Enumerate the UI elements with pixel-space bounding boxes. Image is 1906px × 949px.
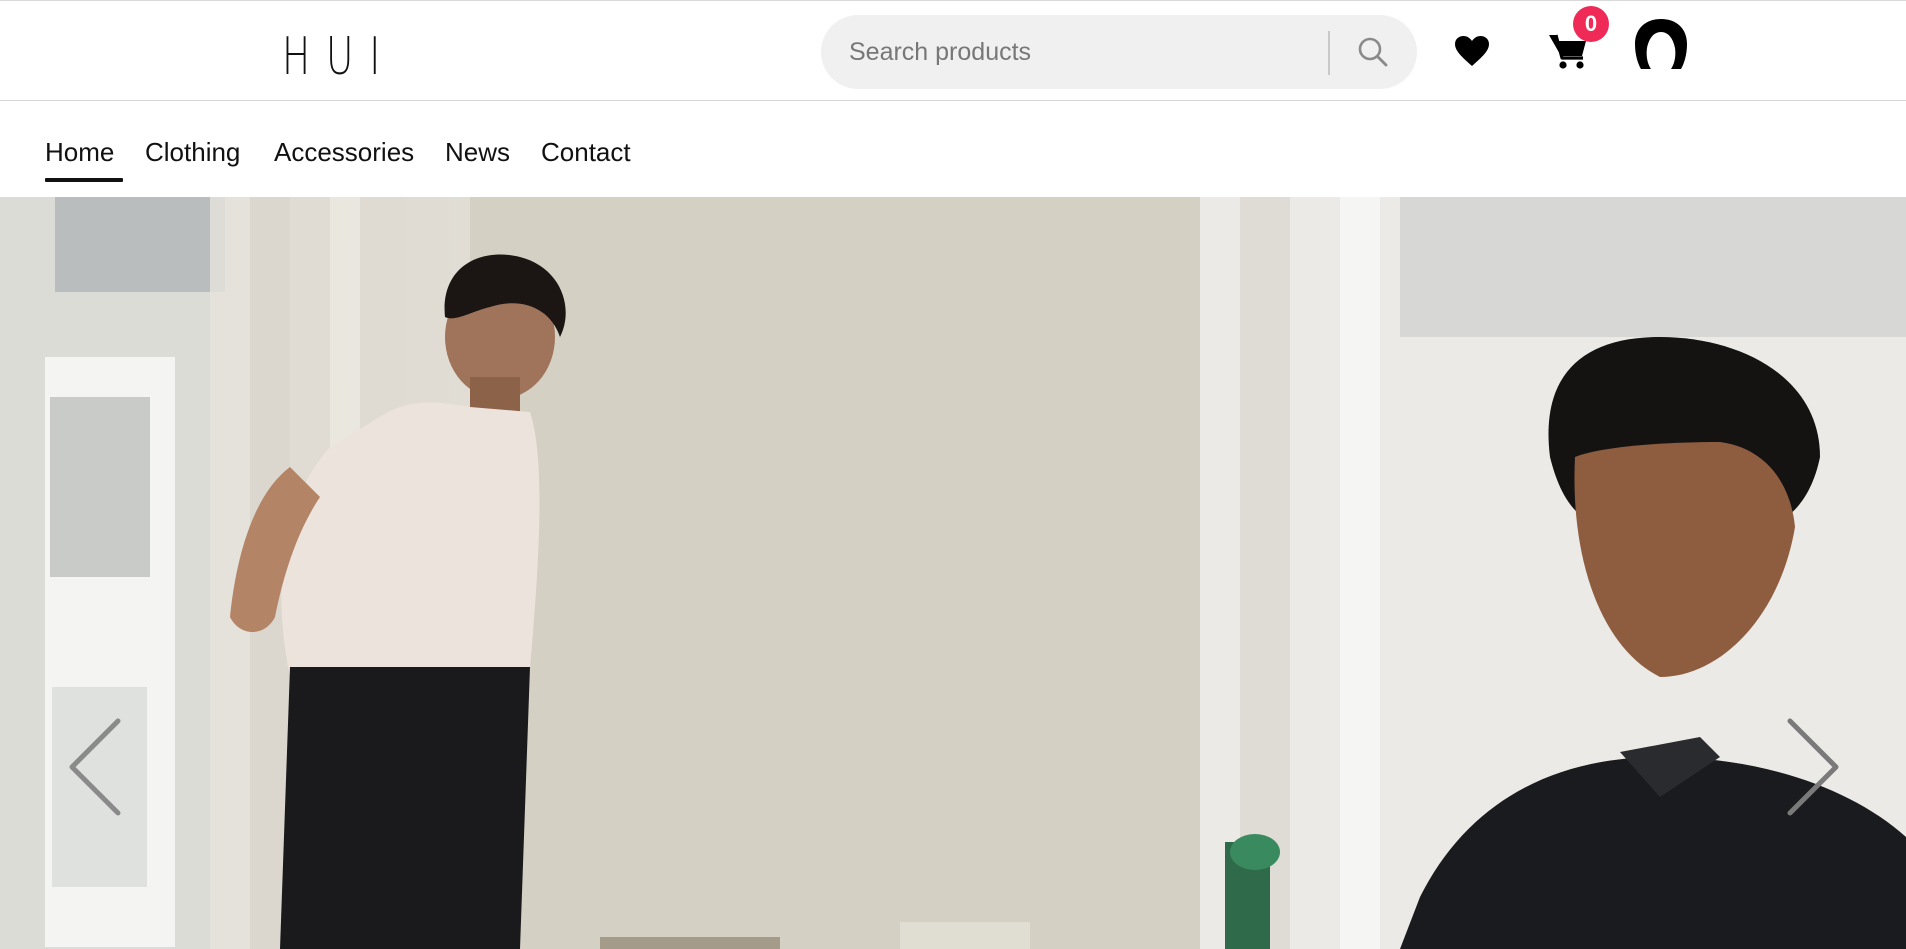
nav-item-home[interactable]: Home <box>45 137 124 182</box>
wishlist-button[interactable] <box>1450 29 1494 73</box>
search-divider <box>1328 31 1330 75</box>
search-bar <box>821 15 1417 89</box>
search-input[interactable] <box>849 15 1329 89</box>
nav-item-contact[interactable]: Contact <box>541 137 631 167</box>
carousel-prev-button[interactable] <box>66 717 126 817</box>
chevron-left-icon <box>69 718 121 816</box>
carousel-next-button[interactable] <box>1782 717 1842 817</box>
hero-image <box>0 197 1906 949</box>
user-icon <box>1635 19 1687 69</box>
cart-count-badge: 0 <box>1573 6 1609 42</box>
hero-carousel <box>0 197 1906 949</box>
nav-item-clothing[interactable]: Clothing <box>145 137 240 167</box>
search-icon <box>1358 37 1388 67</box>
main-nav: Home Clothing Accessories News Contact <box>0 101 1906 197</box>
header: HUI 0 <box>0 0 1906 101</box>
nav-item-news[interactable]: News <box>445 137 510 167</box>
logo[interactable]: HUI <box>282 31 396 83</box>
search-button[interactable] <box>1349 29 1397 75</box>
nav-item-accessories[interactable]: Accessories <box>274 137 414 167</box>
account-button[interactable] <box>1632 17 1690 71</box>
chevron-right-icon <box>1787 718 1839 816</box>
heart-icon <box>1455 36 1489 66</box>
